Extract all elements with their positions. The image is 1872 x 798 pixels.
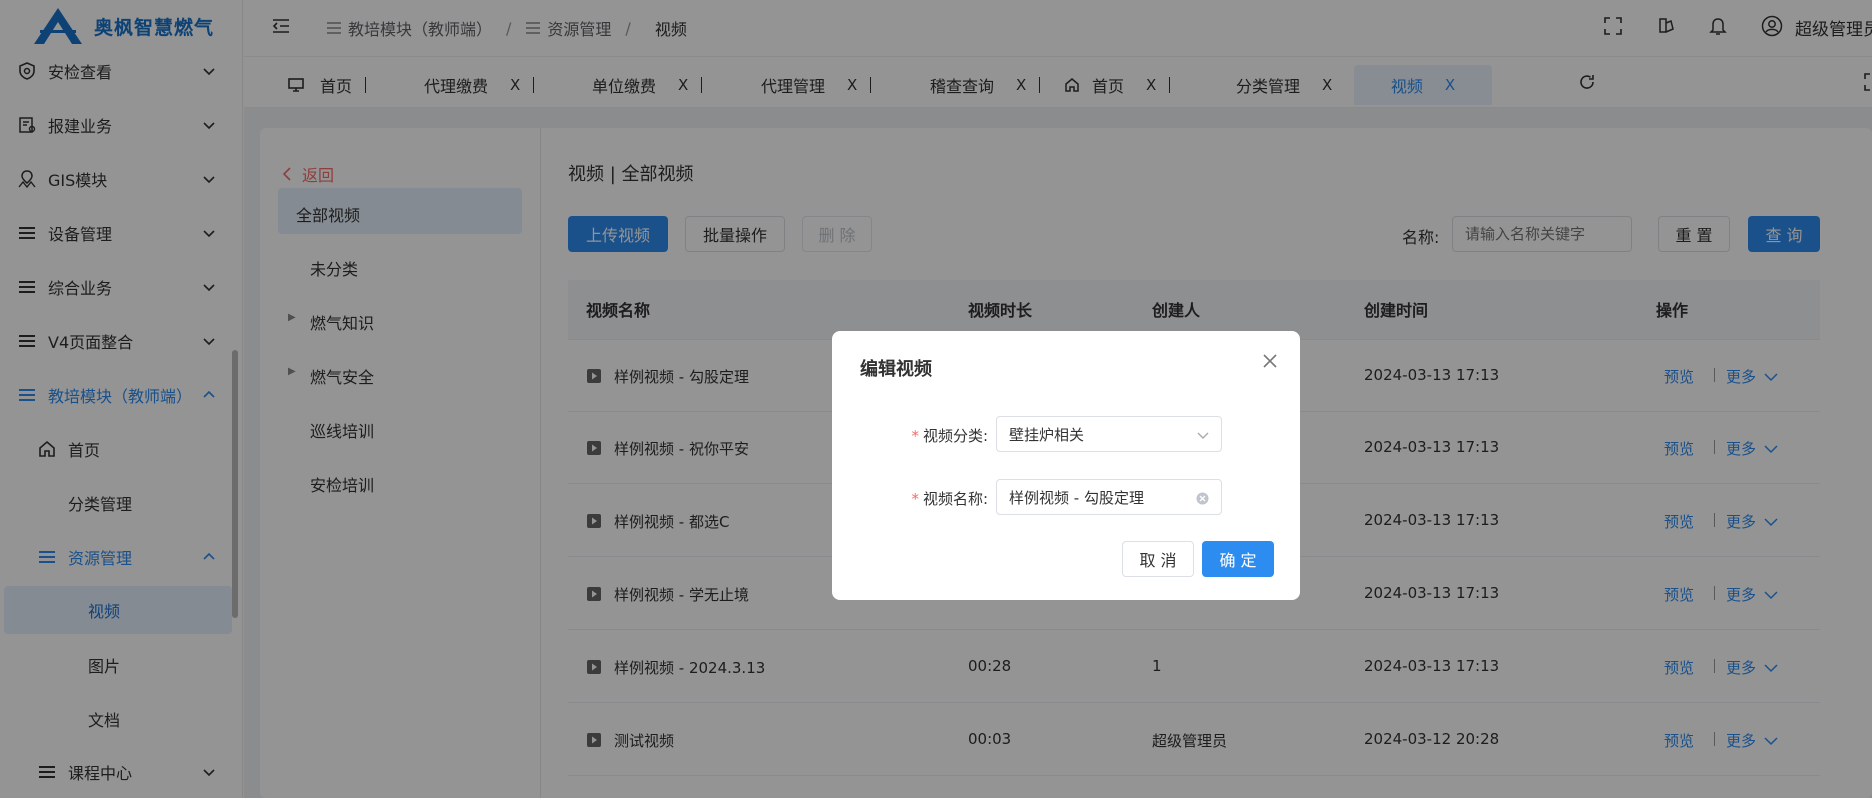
name-label: * 视频名称: — [911, 490, 988, 508]
clear-icon[interactable] — [1196, 492, 1209, 505]
edit-video-dialog: 编辑视频 * 视频分类: 壁挂炉相关 * 视频名称: 样例视频 - 勾股定理 取 消… — [832, 331, 1300, 600]
name-value: 样例视频 - 勾股定理 — [1009, 488, 1144, 507]
category-value: 壁挂炉相关 — [1009, 425, 1085, 444]
name-label-text: 视频名称: — [922, 490, 988, 508]
name-input[interactable]: 样例视频 - 勾股定理 — [996, 479, 1222, 515]
cancel-button[interactable]: 取 消 — [1122, 541, 1194, 577]
close-icon[interactable] — [1262, 353, 1278, 369]
category-label-text: 视频分类: — [922, 427, 988, 445]
chevron-down-icon — [1197, 432, 1209, 439]
category-select[interactable]: 壁挂炉相关 — [996, 416, 1222, 452]
confirm-button[interactable]: 确 定 — [1202, 541, 1274, 577]
dialog-title: 编辑视频 — [860, 359, 932, 380]
category-label: * 视频分类: — [911, 427, 988, 445]
